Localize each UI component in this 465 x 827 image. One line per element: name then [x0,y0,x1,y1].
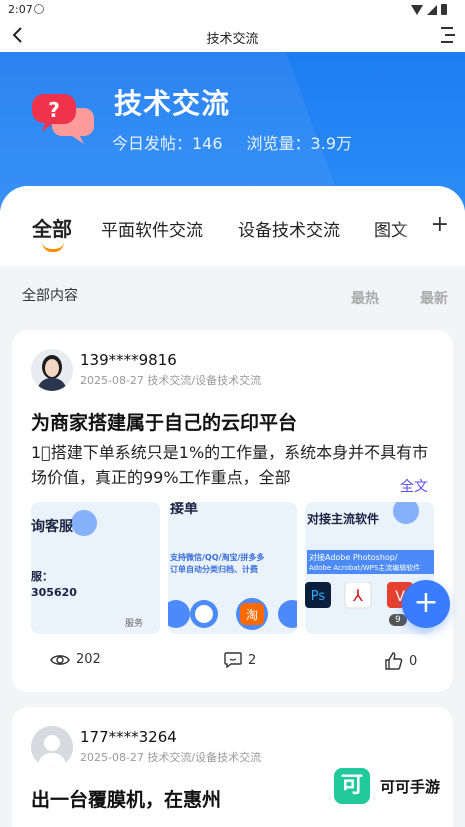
read-more-link[interactable]: 全文 [396,476,428,496]
app-watermark: 可 可可手游 [334,768,440,804]
post-images: 询客服 服： 305620 服务 接单 支持微信/QQ/淘宝/拼多多 订单自动分… [31,502,434,634]
content-panel: 全部 平面软件交流 设备技术交流 图文 + 全部内容 最热 最新 139****… [0,186,465,827]
forum-stats: 今日发帖：146 浏览量：3.9万 [112,130,352,154]
all-content-label: 全部内容 [22,288,78,304]
tab-graphic-software[interactable]: 平面软件交流 [101,216,203,241]
add-tab-button[interactable]: + [431,212,449,237]
svg-text:?: ? [48,98,60,122]
watermark-logo: 可 [334,768,370,804]
status-bar: 2:07 [0,0,465,20]
post-excerpt: 1⃣搭建下单系统只是1%的工作量，系统本身并不具有市场价值，真正的99%工作重点… [31,443,429,487]
post-title[interactable]: 出一台覆膜机，在惠州 [31,785,221,812]
status-time: 2:07 [8,3,33,16]
watermark-name: 可可手游 [380,777,441,796]
menu-button[interactable] [441,27,455,43]
filter-bar: 全部内容 最热 最新 [0,266,465,322]
sort-hot-button[interactable]: 最热 [351,288,379,308]
back-button[interactable] [8,24,32,48]
post-title[interactable]: 为商家搭建属于自己的云印平台 [31,408,297,435]
tab-device-tech[interactable]: 设备技术交流 [238,216,340,241]
top-nav-bar: 技术交流 [0,20,465,52]
view-count-button[interactable]: 202 [50,652,101,667]
like-button[interactable]: 0 [385,652,417,670]
svg-text:Ps: Ps [311,589,326,604]
thumbs-up-icon [385,652,403,670]
view-count: 浏览量：3.9万 [246,134,352,153]
category-tabs: 全部 平面软件交流 设备技术交流 图文 + [0,186,465,266]
default-avatar-icon [31,726,73,768]
system-icons [411,4,447,15]
svg-text:淘: 淘 [246,608,258,622]
platform-icons: 淘 [168,598,297,630]
post-image[interactable]: 询客服 服： 305620 服务 [31,502,160,634]
avatar[interactable] [31,349,73,391]
post-author[interactable]: 177****3264 [80,728,177,746]
new-post-button[interactable]: + [402,580,450,628]
question-chat-icon: ? [32,94,94,144]
sort-newest-button[interactable]: 最新 [420,288,448,308]
tab-active-indicator [42,242,64,252]
chevron-left-icon [12,27,22,43]
post-card[interactable]: 139****9816 2025-08-27 技术交流/设备技术交流 为商家搭建… [12,330,453,692]
comment-icon [224,652,242,668]
post-card[interactable]: 177****3264 2025-08-27 技术交流/设备技术交流 出一台覆膜… [12,707,453,827]
avatar[interactable] [31,726,73,768]
post-meta: 2025-08-27 技术交流/设备技术交流 [80,751,262,764]
post-actions: 202 2 0 [12,648,453,678]
post-meta: 2025-08-27 技术交流/设备技术交流 [80,374,262,387]
tab-all[interactable]: 全部 [32,213,72,242]
notification-icon [34,4,44,14]
nav-title: 技术交流 [206,32,259,47]
comment-button[interactable]: 2 [224,652,256,668]
wifi-icon [411,4,423,15]
signal-icon [427,4,437,15]
battery-icon [441,4,447,15]
post-image[interactable]: 接单 支持微信/QQ/淘宝/拼多多 订单自动分类归档、计费 淘 [168,502,297,634]
forum-title: 技术交流 [114,87,231,120]
eye-icon [50,654,70,665]
post-author[interactable]: 139****9816 [80,351,177,369]
today-posts: 今日发帖：146 [112,134,223,153]
svg-text:⅄: ⅄ [352,586,363,605]
